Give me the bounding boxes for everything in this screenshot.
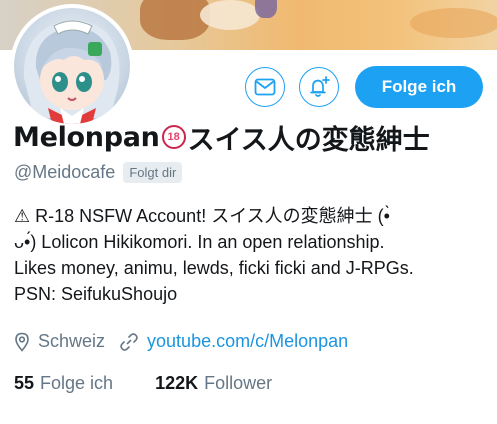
r18-badge-text: 18 [163, 127, 184, 147]
following-stat[interactable]: 55 Folge ich [14, 373, 113, 394]
followers-label: Follower [204, 373, 273, 393]
message-button[interactable] [245, 67, 285, 107]
display-name-jp: スイス人の変態紳士 [187, 124, 430, 156]
followers-stat[interactable]: 122K Follower [155, 373, 272, 394]
profile-meta: Schweiz youtube.com/c/Melonpan [14, 331, 362, 352]
profile-stats: 55 Folge ich 122K Follower [14, 373, 314, 394]
location-pin-icon [15, 332, 29, 352]
r18-badge-icon: 18 [161, 125, 186, 149]
handle-row: @Meidocafe Folgt dir [14, 162, 183, 183]
banner-decoration [140, 0, 210, 40]
profile-bio: ⚠ R-18 NSFW Account! スイス人の変態紳士 (•̀ ᴗ•́) … [14, 203, 489, 307]
banner-decoration [410, 8, 497, 38]
followers-count: 122K [155, 373, 199, 393]
banner-decoration [200, 0, 260, 30]
following-count: 55 [14, 373, 35, 393]
following-label: Folge ich [40, 373, 114, 393]
bio-line: ᴗ•́) Lolicon Hikikomori. In an open rela… [14, 232, 385, 252]
bio-line: PSN: SeifukuShoujo [14, 284, 178, 304]
bio-line: Likes money, animu, lewds, ficki ficki a… [14, 258, 414, 278]
avatar-illustration [23, 20, 120, 124]
envelope-icon [254, 78, 276, 96]
website[interactable]: youtube.com/c/Melonpan [119, 331, 348, 352]
link-icon [120, 332, 138, 351]
follows-you-badge: Folgt dir [123, 162, 183, 183]
profile-avatar[interactable] [10, 4, 134, 128]
user-handle: @Meidocafe [14, 162, 116, 182]
following-button[interactable]: Folge ich [355, 66, 483, 108]
banner-decoration [255, 0, 277, 18]
notifications-button[interactable] [299, 67, 339, 107]
bell-plus-icon [310, 76, 330, 97]
location: Schweiz [14, 331, 105, 352]
display-name: Melonpan 18 スイス人の変態紳士 [13, 118, 430, 156]
website-link[interactable]: youtube.com/c/Melonpan [147, 331, 348, 352]
avatar-image [14, 8, 130, 124]
bio-line: ⚠ R-18 NSFW Account! スイス人の変態紳士 (•̀ [14, 206, 390, 226]
location-text: Schweiz [38, 331, 106, 351]
display-name-text: Melonpan [13, 121, 160, 153]
